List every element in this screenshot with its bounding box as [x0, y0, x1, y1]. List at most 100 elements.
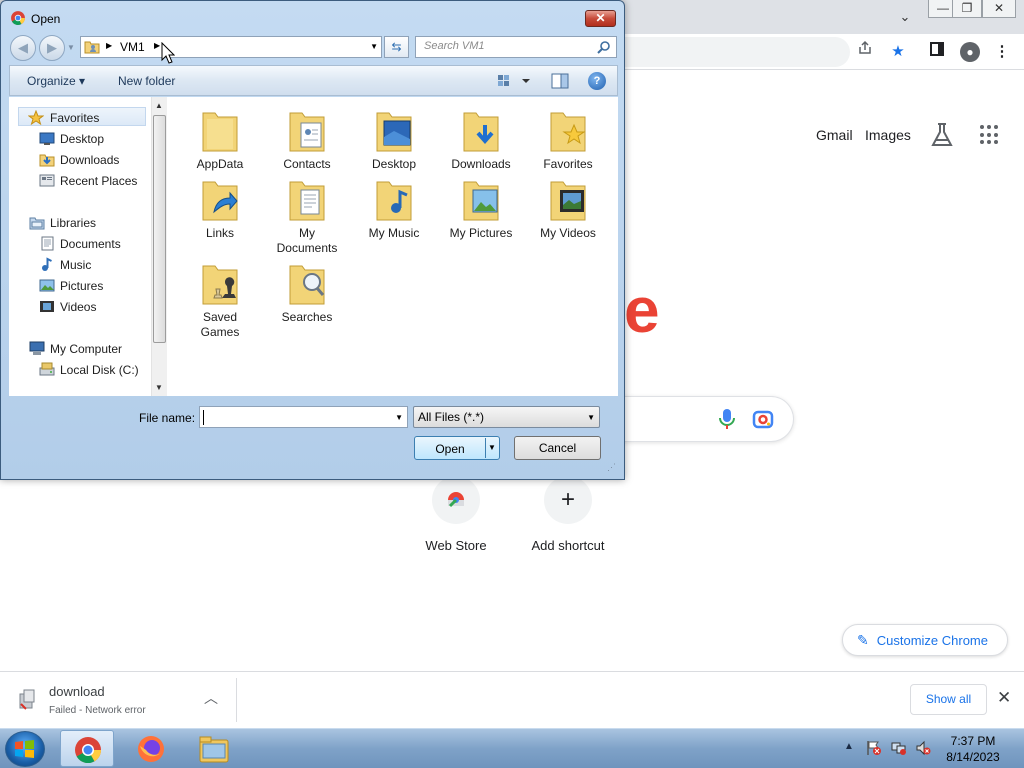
folder-my-music[interactable]: My Music: [351, 172, 437, 241]
action-center-flag-icon[interactable]: [866, 740, 882, 756]
file-name: Downloads: [451, 157, 511, 171]
cancel-button[interactable]: Cancel: [514, 436, 601, 460]
breadcrumb-arrow-icon[interactable]: ▶: [154, 41, 160, 50]
nav-item-desktop[interactable]: Desktop: [9, 129, 149, 148]
add-shortcut-button[interactable]: + Add shortcut: [518, 476, 618, 553]
change-view-button[interactable]: [496, 72, 536, 90]
nav-item-downloads[interactable]: Downloads: [9, 150, 149, 169]
nav-item-local-disk[interactable]: Local Disk (C:): [9, 360, 149, 379]
close-shelf-icon[interactable]: ✕: [997, 688, 1011, 708]
folder-saved-games[interactable]: Saved Games: [177, 256, 263, 340]
volume-muted-icon[interactable]: [915, 740, 931, 756]
nav-pane-scrollbar[interactable]: ▲ ▼: [151, 97, 167, 396]
bookmark-star-icon[interactable]: ★: [886, 40, 910, 64]
breadcrumb-vm1[interactable]: VM1: [120, 40, 145, 54]
side-panel-icon[interactable]: [925, 40, 949, 64]
new-folder-button[interactable]: New folder: [118, 74, 175, 88]
desktop-icon: [39, 131, 55, 146]
nav-item-libraries[interactable]: Libraries: [9, 213, 149, 232]
download-filename[interactable]: download: [49, 684, 105, 699]
nav-item-favorites[interactable]: Favorites: [18, 107, 146, 126]
nav-item-documents[interactable]: Documents: [9, 234, 149, 253]
address-bar[interactable]: [600, 37, 850, 67]
nav-item-pictures[interactable]: Pictures: [9, 276, 149, 295]
filename-dropdown-icon[interactable]: ▼: [395, 413, 403, 422]
search-input[interactable]: Search VM1: [415, 36, 617, 58]
nav-item-recent-places[interactable]: Recent Places: [9, 171, 149, 190]
breadcrumb-arrow-icon[interactable]: ▶: [106, 41, 112, 50]
address-dropdown-icon[interactable]: ▼: [370, 42, 378, 51]
google-apps-icon[interactable]: [980, 125, 1000, 145]
resize-grip-icon[interactable]: ⋰: [607, 462, 616, 473]
shortcut-web-store[interactable]: Web Store: [406, 476, 506, 553]
folder-my-pictures[interactable]: My Pictures: [438, 172, 524, 241]
file-name: My Music: [368, 226, 420, 240]
profile-icon[interactable]: ●: [960, 42, 980, 62]
labs-icon[interactable]: [930, 122, 954, 148]
filename-input[interactable]: ▼: [199, 406, 408, 428]
scroll-up-arrow-icon[interactable]: ▲: [155, 101, 163, 110]
open-options-dropdown-icon[interactable]: ▼: [488, 443, 496, 452]
breadcrumb-address-bar[interactable]: ▶ VM1 ▶ ▼: [80, 36, 382, 58]
start-button[interactable]: [5, 731, 45, 767]
open-file-dialog: Open ✕ ◀ ▶ ▼ ▶ VM1 ▶ ▼ ⇆ Search VM1 Orga…: [0, 0, 625, 480]
taskbar-firefox-button[interactable]: [124, 730, 178, 767]
taskbar-explorer-button[interactable]: [186, 730, 240, 767]
folder-searches[interactable]: Searches: [264, 256, 350, 325]
organize-button[interactable]: Organize ▾: [27, 74, 85, 88]
dialog-titlebar[interactable]: Open ✕: [1, 1, 624, 31]
documents-icon: [39, 236, 55, 251]
chevron-down-icon: ▼: [587, 413, 595, 422]
nav-item-music[interactable]: Music: [9, 255, 149, 274]
dialog-title: Open: [31, 12, 61, 26]
system-clock[interactable]: 7:37 PM 8/14/2023: [938, 733, 1008, 765]
downloads-icon: [39, 152, 55, 167]
folder-user-icon: [84, 39, 100, 55]
downloads-folder-icon: [463, 112, 499, 152]
google-logo: e: [624, 274, 660, 346]
dialog-close-button[interactable]: ✕: [585, 10, 616, 27]
clock-date: 8/14/2023: [946, 750, 1000, 764]
microphone-icon[interactable]: [716, 406, 738, 432]
restore-button[interactable]: ❐: [952, 0, 982, 18]
refresh-button[interactable]: ⇆: [384, 36, 409, 58]
images-link[interactable]: Images: [865, 127, 911, 143]
file-name: My Videos: [540, 226, 596, 240]
filename-label: File name:: [139, 411, 196, 425]
forward-button[interactable]: ▶: [39, 35, 65, 61]
open-button[interactable]: Open ▼: [414, 436, 500, 460]
folder-links[interactable]: Links: [177, 172, 263, 241]
file-name: My Pictures: [449, 226, 513, 240]
recent-locations-dropdown[interactable]: ▼: [67, 43, 75, 52]
chevron-up-icon[interactable]: ︿: [204, 688, 218, 708]
tab-search-button[interactable]: ⌄: [894, 6, 916, 28]
folder-desktop[interactable]: Desktop: [351, 103, 437, 172]
folder-contacts[interactable]: Contacts: [264, 103, 350, 172]
folder-favorites[interactable]: Favorites: [525, 103, 611, 172]
file-type-select[interactable]: All Files (*.*) ▼: [413, 406, 600, 428]
tray-expand-icon[interactable]: ▲: [844, 741, 854, 752]
search-icon[interactable]: [597, 40, 611, 54]
window-close-button[interactable]: ✕: [982, 0, 1016, 18]
menu-icon[interactable]: ⋮: [990, 40, 1014, 64]
help-icon[interactable]: ?: [588, 72, 606, 90]
nav-item-my-computer[interactable]: My Computer: [9, 339, 149, 358]
preview-pane-icon[interactable]: [551, 72, 569, 90]
videos-folder-icon: [550, 181, 586, 221]
folder-my-videos[interactable]: My Videos: [525, 172, 611, 241]
show-all-button[interactable]: Show all: [910, 684, 987, 715]
taskbar-chrome-button[interactable]: [60, 730, 114, 767]
scrollbar-thumb[interactable]: [153, 115, 166, 343]
gmail-link[interactable]: Gmail: [816, 127, 853, 143]
back-button[interactable]: ◀: [10, 35, 36, 61]
share-icon[interactable]: [853, 40, 877, 64]
lens-camera-icon[interactable]: [752, 408, 774, 430]
customize-chrome-button[interactable]: ✎ Customize Chrome: [842, 624, 1008, 656]
nav-item-videos[interactable]: Videos: [9, 297, 149, 316]
libraries-icon: [29, 215, 45, 230]
scroll-down-arrow-icon[interactable]: ▼: [155, 383, 163, 392]
folder-downloads[interactable]: Downloads: [438, 103, 524, 172]
folder-my-documents[interactable]: My Documents: [264, 172, 350, 256]
network-icon[interactable]: [891, 740, 907, 756]
folder-appdata[interactable]: AppData: [177, 103, 263, 172]
